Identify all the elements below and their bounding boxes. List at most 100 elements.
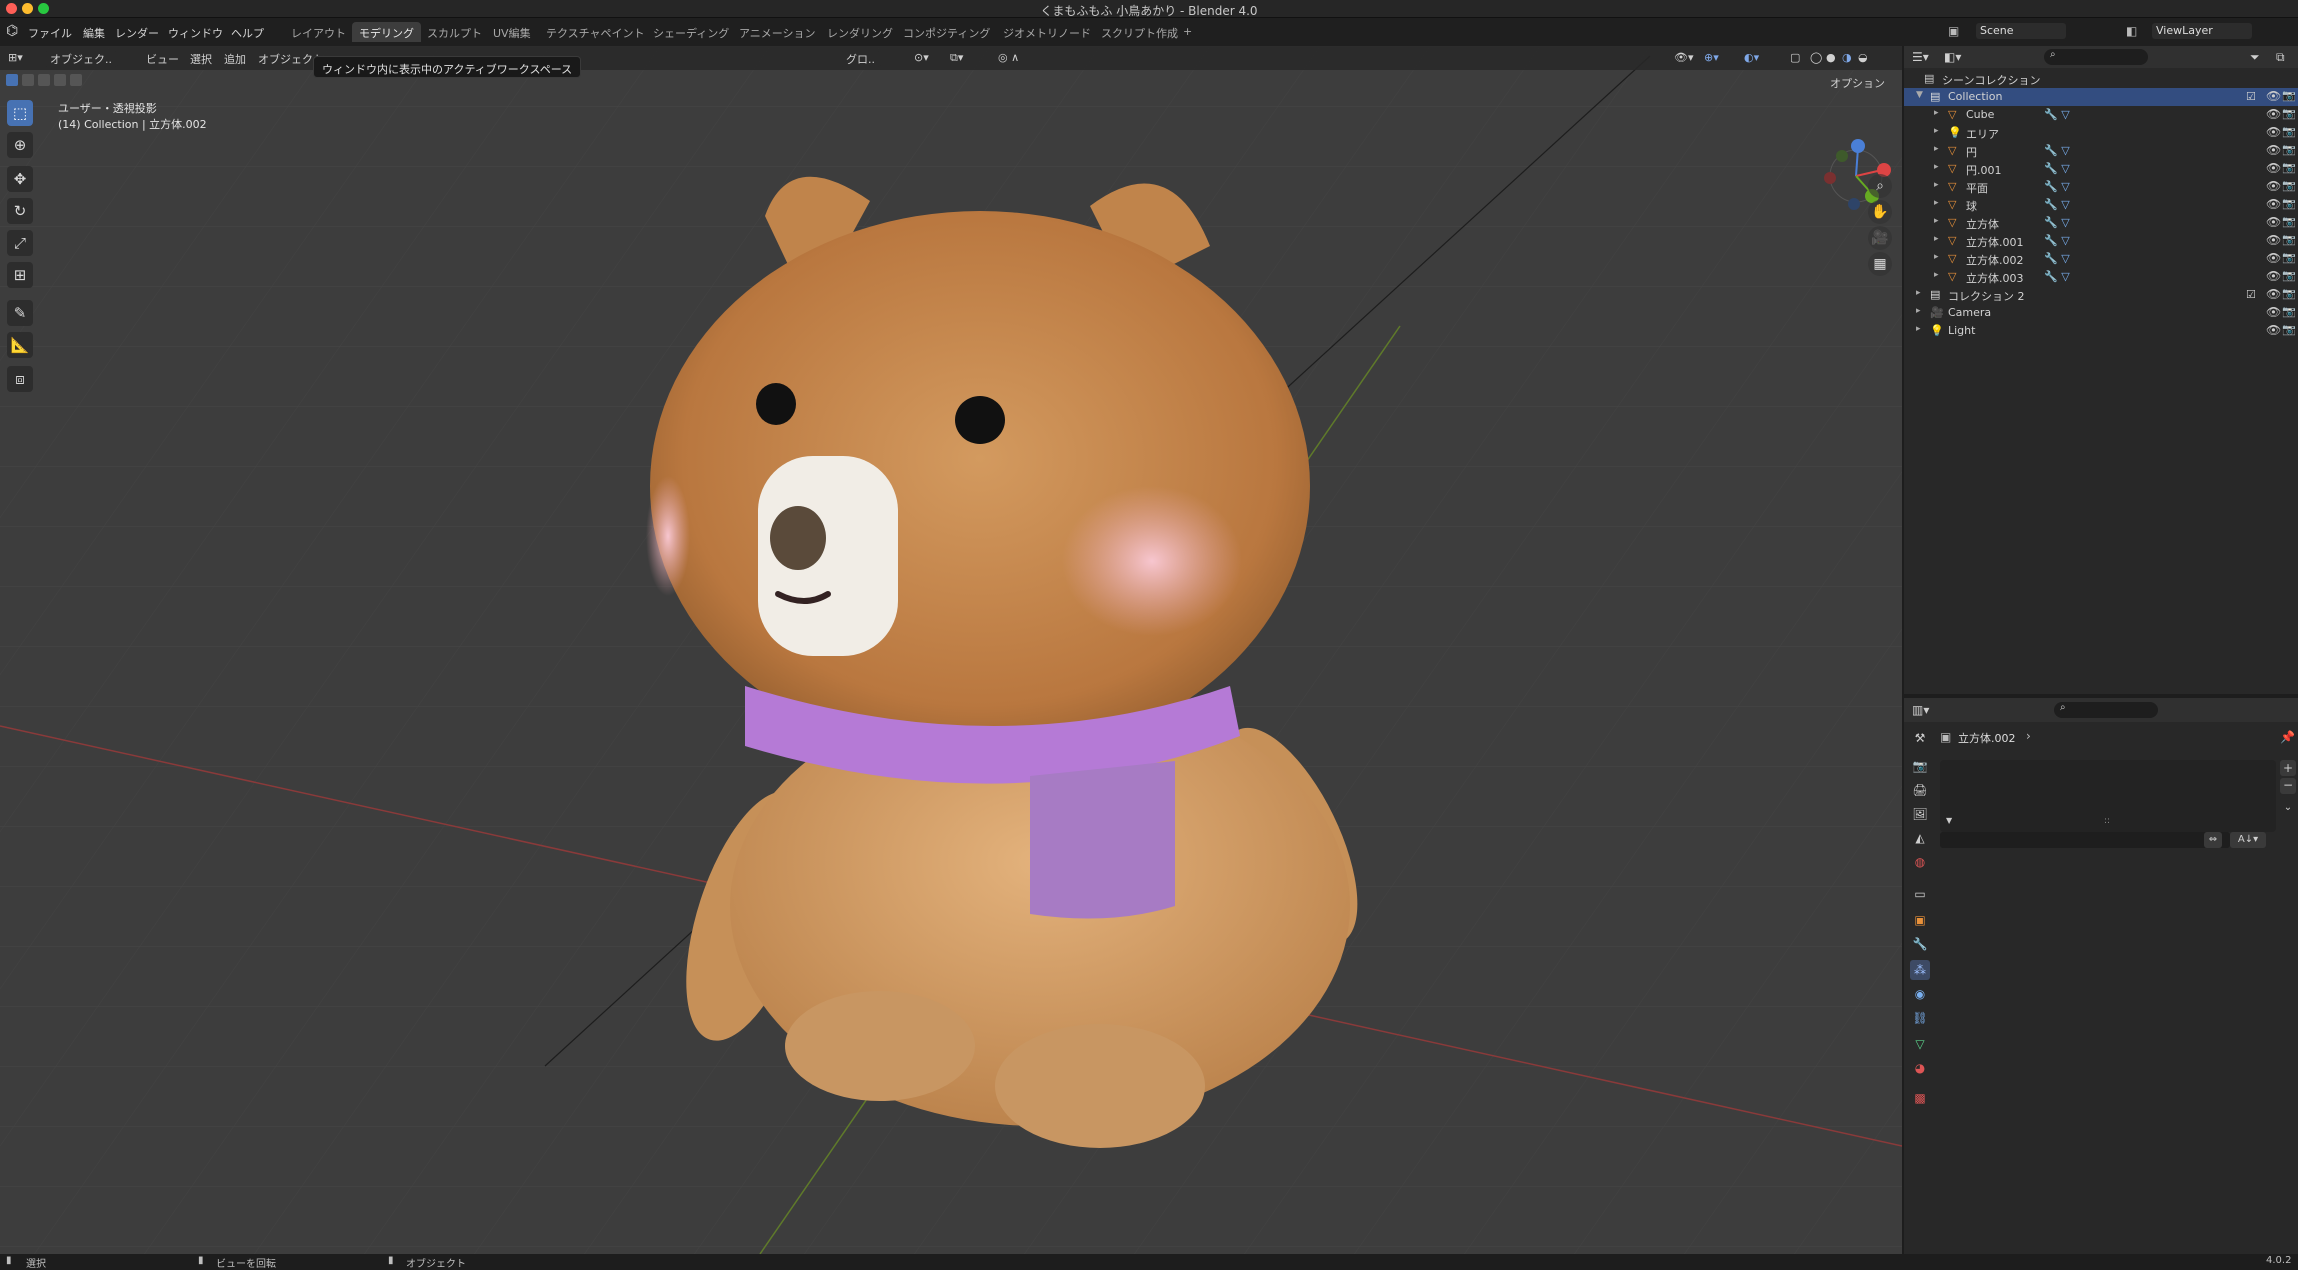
new-collection-icon[interactable]: ⧉ — [2276, 50, 2285, 65]
cursor-tool[interactable]: ⊕ — [7, 132, 33, 158]
list-resize-handle[interactable]: :: — [2104, 816, 2110, 826]
list-filter-input[interactable] — [1940, 832, 2230, 848]
select-mode-intersect-icon[interactable] — [70, 74, 82, 86]
material-tab-icon[interactable]: ◕ — [1910, 1058, 1930, 1078]
visibility-eye-icon[interactable]: 👁 — [2266, 89, 2281, 103]
render-camera-icon[interactable]: 📷 — [2282, 233, 2296, 246]
tab-uv-edit[interactable]: UV編集 — [486, 22, 538, 42]
tab-layout[interactable]: レイアウト — [284, 22, 353, 42]
select-box-tool[interactable]: ⬚ — [7, 100, 33, 126]
constraints-tab-icon[interactable]: ⛓ — [1910, 1008, 1930, 1028]
outliner-editor-icon[interactable]: ☰▾ — [1912, 50, 1929, 64]
outliner-row[interactable]: ▸ ▽ 立方体.003 🔧 ▽ 👁 📷 — [1904, 268, 2298, 286]
data-tab-icon[interactable]: ▽ — [1910, 1034, 1930, 1054]
visibility-eye-icon[interactable]: 👁 — [2266, 161, 2281, 175]
menu-help[interactable]: ヘルプ — [231, 25, 264, 41]
measure-tool[interactable]: 📐 — [7, 332, 33, 358]
add-cube-tool[interactable]: ⧈ — [7, 366, 33, 392]
collection-tab-icon[interactable]: ▭ — [1910, 884, 1930, 904]
tool-tab-icon[interactable]: ⚒ — [1910, 728, 1930, 748]
menu-select[interactable]: 選択 — [190, 51, 212, 67]
expand-triangle-icon[interactable]: ▸ — [1934, 180, 1939, 190]
menu-window[interactable]: ウィンドウ — [168, 25, 223, 41]
select-mode-invert-icon[interactable] — [54, 74, 66, 86]
expand-triangle-icon[interactable]: ▸ — [1916, 288, 1921, 298]
menu-add[interactable]: 追加 — [224, 51, 246, 67]
render-camera-icon[interactable]: 📷 — [2282, 287, 2296, 300]
menu-file[interactable]: ファイル — [28, 25, 72, 41]
menu-view[interactable]: ビュー — [146, 51, 179, 67]
modifier-wrench-icon[interactable]: 🔧 ▽ — [2044, 252, 2070, 265]
output-tab-icon[interactable]: 🖨 — [1910, 780, 1930, 800]
visibility-eye-icon[interactable]: 👁 — [2266, 287, 2281, 301]
modifier-wrench-icon[interactable]: 🔧 ▽ — [2044, 162, 2070, 175]
render-camera-icon[interactable]: 📷 — [2282, 197, 2296, 210]
expand-triangle-icon[interactable]: ▸ — [1934, 108, 1939, 118]
expand-triangle-icon[interactable]: ▼ — [1916, 90, 1923, 100]
render-camera-icon[interactable]: 📷 — [2282, 89, 2296, 102]
render-camera-icon[interactable]: 📷 — [2282, 161, 2296, 174]
expand-triangle-icon[interactable]: ▸ — [1916, 324, 1921, 334]
outliner-root-row[interactable]: ▤ シーンコレクション — [1904, 70, 2298, 88]
visibility-eye-icon[interactable]: 👁 — [2266, 251, 2281, 265]
render-camera-icon[interactable]: 📷 — [2282, 269, 2296, 282]
render-camera-icon[interactable]: 📷 — [2282, 143, 2296, 156]
tab-shading[interactable]: シェーディング — [646, 22, 736, 42]
visibility-eye-icon[interactable]: 👁 — [2266, 143, 2281, 157]
render-camera-icon[interactable]: 📷 — [2282, 251, 2296, 264]
outliner-row[interactable]: ▸ ▽ 球 🔧 ▽ 👁 📷 — [1904, 196, 2298, 214]
expand-triangle-icon[interactable]: ▸ — [1934, 252, 1939, 262]
select-mode-subtract-icon[interactable] — [38, 74, 50, 86]
particle-system-list[interactable]: :: ▼ — [1940, 760, 2276, 832]
add-workspace-button[interactable]: + — [1176, 22, 1199, 42]
modifier-wrench-icon[interactable]: 🔧 ▽ — [2044, 216, 2070, 229]
transform-tool[interactable]: ⊞ — [7, 262, 33, 288]
scene-selector-icon[interactable]: ▣ — [1948, 24, 1959, 38]
tab-animation[interactable]: アニメーション — [732, 22, 823, 42]
render-tab-icon[interactable]: 📷 — [1910, 756, 1930, 776]
visibility-eye-icon[interactable]: 👁 — [2266, 125, 2281, 139]
view-layer-tab-icon[interactable]: 🖼 — [1910, 804, 1930, 824]
mode-selector[interactable]: オブジェク.. — [44, 51, 118, 67]
scene-tab-icon[interactable]: ◭ — [1910, 828, 1930, 848]
exclude-checkbox[interactable]: ☑ — [2246, 90, 2256, 103]
expand-triangle-icon[interactable]: ▸ — [1916, 306, 1921, 316]
menu-render[interactable]: レンダー — [115, 25, 159, 41]
modifier-wrench-icon[interactable]: 🔧 ▽ — [2044, 144, 2070, 157]
modifier-wrench-icon[interactable]: 🔧 ▽ — [2044, 180, 2070, 193]
perspective-toggle-icon[interactable]: ▦ — [1868, 252, 1892, 276]
list-swap-icon[interactable]: ⇔ — [2204, 832, 2222, 848]
blender-logo-icon[interactable]: ⌬ — [6, 23, 18, 39]
outliner-row[interactable]: ▸ ▽ Cube 🔧 ▽ 👁 📷 — [1904, 106, 2298, 124]
transform-orientation-selector[interactable]: グロ.. — [840, 51, 881, 67]
tab-modeling[interactable]: モデリング — [352, 22, 421, 42]
world-tab-icon[interactable]: ◍ — [1910, 852, 1930, 872]
tab-geometry-nodes[interactable]: ジオメトリノード — [996, 22, 1098, 42]
gizmo-toggle-icon[interactable]: ⊕▾ — [1704, 51, 1719, 64]
modifier-wrench-icon[interactable]: 🔧 ▽ — [2044, 108, 2070, 121]
proportional-edit-icon[interactable]: ◎ ∧ — [998, 51, 1019, 64]
shading-material-icon[interactable]: ◑ — [1842, 51, 1852, 64]
view-layer-field[interactable]: ViewLayer — [2152, 23, 2252, 39]
outliner-row[interactable]: ▸ ▽ 立方体.002 🔧 ▽ 👁 📷 — [1904, 250, 2298, 268]
outliner-row[interactable]: ▸ ▤ コレクション 2 ☑ 👁 📷 — [1904, 286, 2298, 304]
render-camera-icon[interactable]: 📷 — [2282, 179, 2296, 192]
outliner-row[interactable]: ▸ ▽ 立方体 🔧 ▽ 👁 📷 — [1904, 214, 2298, 232]
pin-icon[interactable]: 📌 — [2280, 730, 2295, 744]
particles-tab-icon[interactable]: ⁂ — [1910, 960, 1930, 980]
outliner-row[interactable]: ▸ ▽ 円.001 🔧 ▽ 👁 📷 — [1904, 160, 2298, 178]
list-expand-icon[interactable]: ▼ — [1946, 816, 1952, 825]
remove-particle-system-button[interactable]: − — [2280, 778, 2296, 794]
visibility-eye-icon[interactable]: 👁 — [2266, 323, 2281, 337]
shading-rendered-icon[interactable]: ◒ — [1858, 51, 1868, 64]
visibility-icon[interactable]: 👁▾ — [1674, 51, 1694, 64]
3d-viewport[interactable]: ⊞▾ オブジェク.. ビュー 選択 追加 オブジェクト グロ.. ⊙▾ ⧉▾ ◎… — [0, 46, 1902, 1254]
physics-tab-icon[interactable]: ◉ — [1910, 984, 1930, 1004]
expand-triangle-icon[interactable]: ▸ — [1934, 198, 1939, 208]
outliner-row[interactable]: ▼ ▤ Collection ☑ 👁 📷 — [1904, 88, 2298, 106]
expand-triangle-icon[interactable]: ▸ — [1934, 144, 1939, 154]
modifier-wrench-icon[interactable]: 🔧 ▽ — [2044, 234, 2070, 247]
texture-tab-icon[interactable]: ▩ — [1910, 1088, 1930, 1108]
list-sort-icon[interactable]: A↓▾ — [2230, 832, 2266, 848]
list-menu-icon[interactable]: ⌄ — [2280, 800, 2296, 816]
